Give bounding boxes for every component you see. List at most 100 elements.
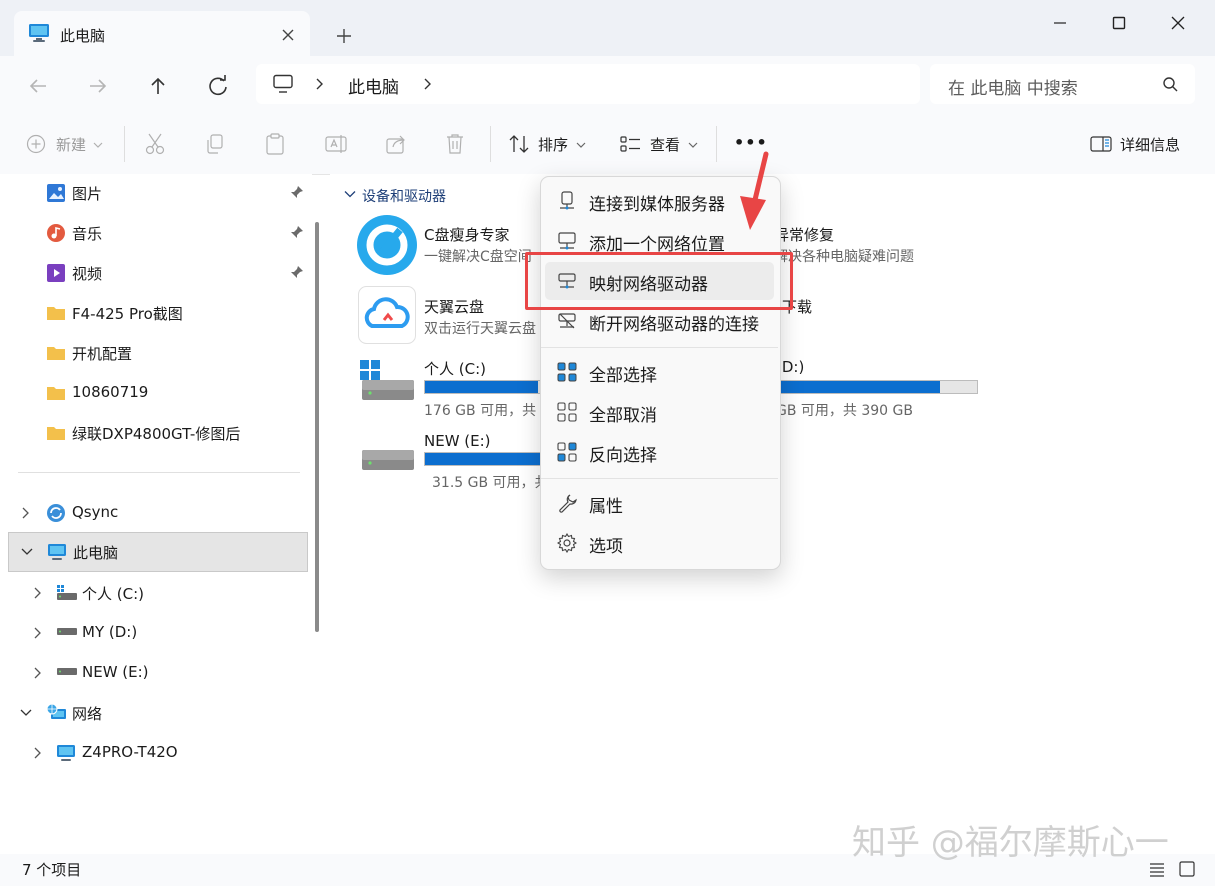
search-placeholder: 在 此电脑 中搜索 (948, 79, 1078, 99)
sort-button[interactable]: 排序 (508, 132, 588, 158)
sidebar-item-drive-c[interactable]: 个人 (C:) (8, 574, 308, 612)
sidebar-item-videos[interactable]: 视频 (8, 254, 308, 292)
pin-icon[interactable] (290, 185, 304, 199)
toolbar-divider (124, 126, 125, 162)
menu-item-label: 反向选择 (589, 446, 657, 466)
drive-name: 个人 (C:) (424, 360, 486, 378)
app-name[interactable]: 异常修复 (774, 224, 834, 245)
navigation-bar: 此电脑 在 此电脑 中搜索 (0, 56, 1215, 114)
menu-item-select-all[interactable]: 全部选择 (545, 353, 774, 391)
folder-icon (46, 424, 66, 442)
menu-item-options[interactable]: 选项 (545, 524, 774, 562)
sidebar-item-pictures[interactable]: 图片 (8, 174, 308, 212)
close-window-button[interactable] (1154, 8, 1202, 38)
watermark: 知乎 @福尔摩斯心一 (852, 823, 1169, 863)
app-tile-cdisk-cleaner[interactable]: C盘瘦身专家 一键解决C盘空间 (356, 212, 546, 276)
cut-icon[interactable] (144, 132, 166, 158)
tiles-view-icon[interactable] (1178, 860, 1196, 878)
sidebar-item-drive-e[interactable]: NEW (E:) (8, 654, 308, 692)
chevron-down-icon[interactable] (20, 547, 34, 557)
tab-this-pc[interactable]: 此电脑 (14, 11, 310, 57)
chevron-down-icon (688, 141, 698, 149)
address-bar[interactable]: 此电脑 (256, 64, 920, 104)
sidebar-item-network[interactable]: 网络 (8, 694, 308, 732)
breadcrumb-chevron-icon[interactable] (420, 76, 434, 92)
refresh-button[interactable] (204, 72, 232, 100)
storage-bar-fill (425, 381, 539, 393)
paste-icon[interactable] (264, 132, 286, 158)
gear-icon (557, 533, 577, 553)
menu-item-invert-selection[interactable]: 反向选择 (545, 433, 774, 471)
close-tab-icon[interactable] (276, 23, 300, 47)
menu-item-label: 连接到媒体服务器 (589, 195, 725, 215)
sidebar-divider (18, 472, 300, 473)
menu-item-label: 全部选择 (589, 366, 657, 386)
video-icon (46, 263, 66, 283)
new-label: 新建 (56, 136, 87, 154)
chevron-down-icon[interactable] (344, 190, 356, 198)
sidebar-item-label: 个人 (C:) (82, 585, 144, 603)
group-title: 设备和驱动器 (362, 189, 446, 205)
network-icon (46, 703, 68, 723)
app-name: C盘瘦身专家 (424, 226, 510, 244)
chevron-right-icon[interactable] (32, 626, 42, 640)
app-desc: 一键解决C盘空间 (424, 249, 532, 265)
sidebar-item-network-device[interactable]: Z4PRO-T42O (8, 734, 308, 772)
chevron-right-icon[interactable] (32, 666, 42, 680)
menu-item-properties[interactable]: 属性 (545, 484, 774, 522)
up-button[interactable] (144, 72, 172, 100)
chevron-right-icon[interactable] (32, 586, 42, 600)
select-none-icon (557, 402, 577, 422)
forward-button[interactable] (84, 72, 112, 100)
menu-item-select-none[interactable]: 全部取消 (545, 393, 774, 431)
toolbar-divider (490, 126, 491, 162)
select-all-icon (557, 362, 577, 382)
sidebar-item-this-pc[interactable]: 此电脑 (8, 532, 308, 572)
menu-item-label: 属性 (589, 497, 623, 517)
menu-item-label: 断开网络驱动器的连接 (589, 315, 759, 335)
view-icon (620, 134, 642, 154)
delete-icon[interactable] (444, 132, 466, 158)
sidebar-item-label: Z4PRO-T42O (82, 743, 178, 761)
sidebar-item-folder[interactable]: 开机配置 (8, 334, 308, 372)
sidebar-item-label: MY (D:) (82, 623, 138, 641)
app-desc: 解决各种电脑疑难问题 (774, 249, 914, 265)
drive-name: NEW (E:) (424, 432, 491, 450)
minimize-button[interactable] (1036, 8, 1084, 38)
pin-icon[interactable] (290, 265, 304, 279)
sidebar-item-music[interactable]: 音乐 (8, 214, 308, 252)
windows-drive-icon (358, 358, 416, 406)
sidebar-item-label: F4-425 Pro截图 (72, 305, 183, 323)
back-button[interactable] (24, 72, 52, 100)
share-icon[interactable] (384, 132, 408, 158)
sidebar-item-folder[interactable]: 绿联DXP4800GT-修图后 (8, 414, 308, 452)
chevron-right-icon[interactable] (20, 506, 30, 520)
sidebar-item-folder[interactable]: F4-425 Pro截图 (8, 294, 308, 332)
sidebar-scrollbar[interactable] (315, 222, 319, 632)
annotation-highlight-box (525, 252, 793, 310)
details-pane-button[interactable]: 详细信息 (1090, 132, 1200, 158)
sidebar-item-qsync[interactable]: Qsync (8, 494, 308, 532)
chevron-right-icon[interactable] (32, 746, 42, 760)
maximize-button[interactable] (1095, 8, 1143, 38)
copy-icon[interactable] (204, 132, 226, 158)
windows-drive-icon (56, 584, 78, 602)
search-input[interactable]: 在 此电脑 中搜索 (930, 64, 1195, 104)
rename-icon[interactable] (324, 132, 348, 158)
storage-bar-fill (425, 453, 550, 465)
new-button[interactable]: 新建 (26, 132, 108, 158)
sidebar-item-label: 图片 (72, 185, 103, 203)
cleaner-app-icon (356, 214, 418, 276)
view-button[interactable]: 查看 (620, 132, 700, 158)
breadcrumb-separator-icon[interactable] (312, 76, 326, 92)
pin-icon[interactable] (290, 225, 304, 239)
new-tab-button[interactable] (330, 22, 358, 50)
breadcrumb-this-pc[interactable]: 此电脑 (348, 73, 399, 98)
app-desc: 双击运行天翼云盘 (424, 321, 536, 337)
menu-separator (541, 478, 778, 479)
chevron-down-icon[interactable] (19, 708, 33, 718)
drive-info: 31.5 GB 可用，共 (432, 475, 549, 491)
app-tile-tianyi-cloud[interactable]: 天翼云盘 双击运行天翼云盘 (356, 284, 546, 348)
sidebar-item-drive-d[interactable]: MY (D:) (8, 614, 308, 652)
sidebar-item-folder[interactable]: 10860719 (8, 374, 308, 412)
